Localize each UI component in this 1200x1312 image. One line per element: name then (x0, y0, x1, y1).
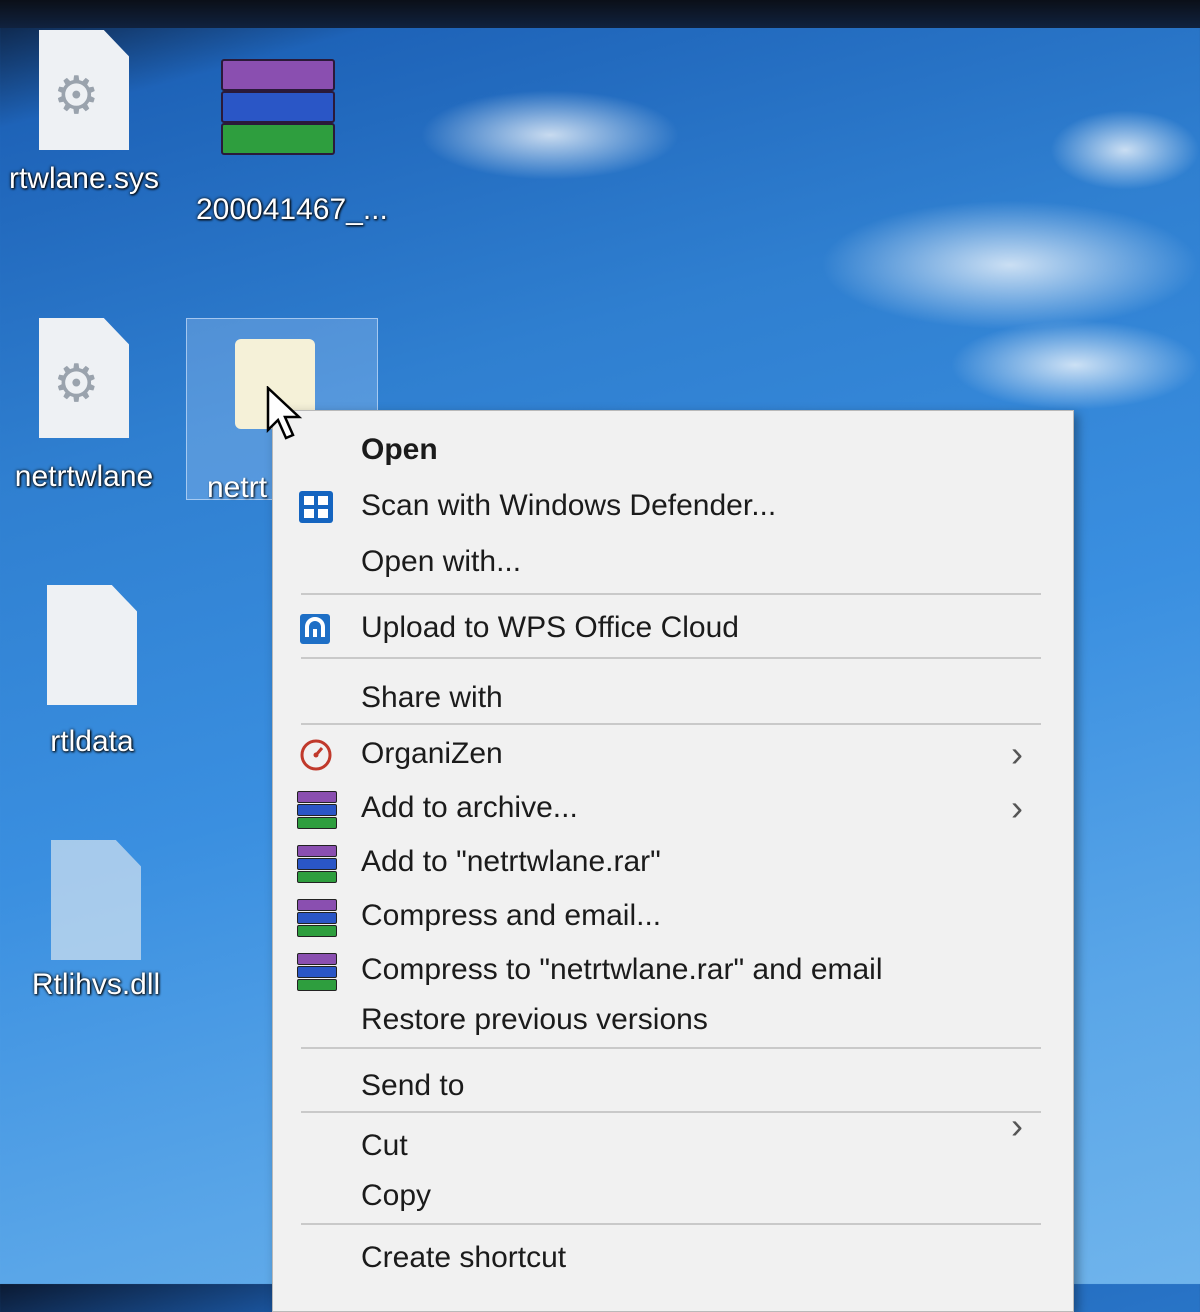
desktop-icon-rtldata[interactable]: rtldata (12, 585, 172, 759)
system-file-icon: ⚙ (39, 30, 129, 150)
menu-item-restore-previous[interactable]: Restore previous versions (273, 995, 1073, 1045)
menu-item-add-to-rar[interactable]: Add to "netrtwlane.rar" (273, 837, 1073, 887)
desktop-icon-label: rtldata (50, 725, 134, 758)
menu-item-open-with[interactable]: Open with... (273, 537, 1073, 587)
menu-separator (301, 1047, 1041, 1049)
winrar-icon (297, 899, 337, 937)
organizen-icon (300, 739, 332, 771)
cloud (950, 320, 1200, 410)
menu-item-compress-rar-email[interactable]: Compress to "netrtwlane.rar" and email (273, 945, 1073, 995)
wps-cloud-icon (300, 614, 330, 644)
menu-item-cut[interactable]: Cut › (273, 1105, 1073, 1171)
menu-item-compress-email[interactable]: Compress and email... (273, 891, 1073, 941)
context-menu: Open Scan with Windows Defender... Open … (272, 410, 1074, 1312)
mouse-cursor-icon (266, 386, 303, 440)
menu-separator (301, 1223, 1041, 1225)
menu-separator (301, 723, 1041, 725)
winrar-icon (297, 953, 337, 991)
menu-item-upload-wps[interactable]: Upload to WPS Office Cloud (273, 603, 1073, 653)
menu-item-organizen[interactable]: OrganiZen › (273, 729, 1073, 779)
cloud (420, 90, 680, 180)
desktop-icon-label: netrtwlane (14, 460, 154, 493)
desktop-icon-rar-archive[interactable]: 200041467_... (196, 55, 388, 227)
desktop-icon-label: 200041467_... (196, 193, 388, 226)
menu-separator (301, 593, 1041, 595)
desktop-icon-label: rtwlane.sys (8, 162, 160, 195)
menu-item-scan-defender[interactable]: Scan with Windows Defender... (273, 481, 1073, 531)
blank-file-icon (47, 585, 137, 705)
menu-item-copy[interactable]: Copy (273, 1171, 1073, 1221)
menu-item-open[interactable]: Open (273, 425, 1073, 475)
system-file-icon: ⚙ (39, 318, 129, 438)
menu-item-share-with[interactable]: Share with (273, 673, 1073, 723)
desktop-icon-label: Rtlihvs.dll (31, 968, 161, 1001)
top-bar (0, 0, 1200, 28)
submenu-arrow-icon: › (1011, 733, 1023, 774)
submenu-arrow-icon: › (1011, 787, 1023, 828)
defender-shield-icon (299, 491, 333, 523)
cloud (820, 200, 1200, 330)
dll-file-icon (51, 840, 141, 960)
desktop-icon-rtwlane-sys[interactable]: ⚙ rtwlane.sys (4, 30, 164, 196)
menu-item-create-shortcut[interactable]: Create shortcut (273, 1233, 1073, 1283)
winrar-archive-icon (221, 55, 335, 155)
winrar-icon (297, 845, 337, 883)
cloud (1050, 110, 1200, 190)
submenu-arrow-icon: › (1011, 1105, 1023, 1146)
menu-item-send-to[interactable]: Send to (273, 1061, 1073, 1111)
desktop-icon-label: netrt (207, 471, 268, 504)
menu-item-add-to-archive[interactable]: Add to archive... › (273, 783, 1073, 833)
winrar-icon (297, 791, 337, 829)
menu-separator (301, 1111, 1041, 1113)
desktop-icon-rtlihvs-dll[interactable]: Rtlihvs.dll (16, 840, 176, 1002)
desktop-icon-netrtwlane[interactable]: ⚙ netrtwlane (4, 318, 164, 494)
menu-separator (301, 657, 1041, 659)
